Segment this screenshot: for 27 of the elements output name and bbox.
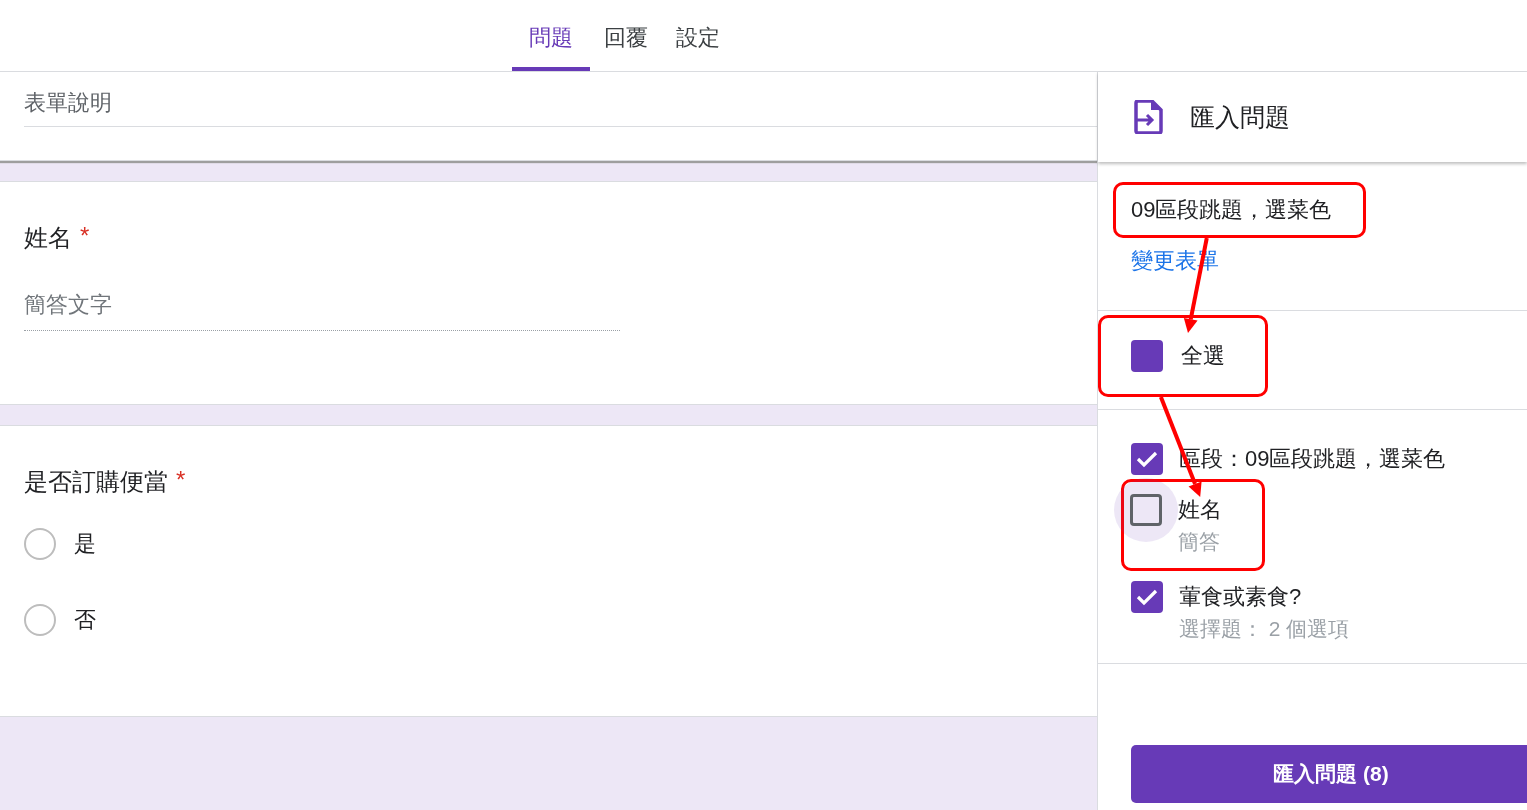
checkbox[interactable]: [1131, 581, 1163, 613]
panel-title: 匯入問題: [1190, 101, 1290, 133]
checkbox[interactable]: [1131, 443, 1163, 475]
radio-button[interactable]: [24, 604, 56, 636]
question-type: 選擇題： 2 個選項: [1179, 616, 1350, 642]
question-title: 姓名: [24, 223, 72, 253]
question-title: 姓名: [1178, 496, 1222, 524]
description-field[interactable]: 表單說明: [24, 72, 1097, 127]
checkmark-icon: [1136, 588, 1158, 606]
checkbox[interactable]: [1131, 340, 1163, 372]
required-mark: *: [80, 222, 90, 251]
question-title: 是否訂購便當: [24, 467, 168, 497]
question-title: 葷食或素食?: [1179, 583, 1303, 611]
tab[interactable]: 設定: [662, 0, 734, 71]
required-mark: *: [176, 466, 186, 495]
select-all-label: 全選: [1181, 342, 1225, 370]
option-label: 否: [74, 606, 96, 634]
checkmark-icon: [1136, 450, 1158, 468]
short-answer-field: 簡答文字: [24, 290, 620, 331]
file-import-icon: [1134, 100, 1164, 134]
tab[interactable]: 回覆: [590, 0, 662, 71]
question-type: 簡答: [1178, 529, 1221, 555]
checkbox[interactable]: [1130, 494, 1162, 526]
form-name: 09區段跳題，選菜色: [1113, 182, 1367, 238]
import-button[interactable]: 匯入問題 (8): [1131, 745, 1527, 803]
radio-button[interactable]: [24, 528, 56, 560]
option-label: 是: [74, 530, 96, 558]
